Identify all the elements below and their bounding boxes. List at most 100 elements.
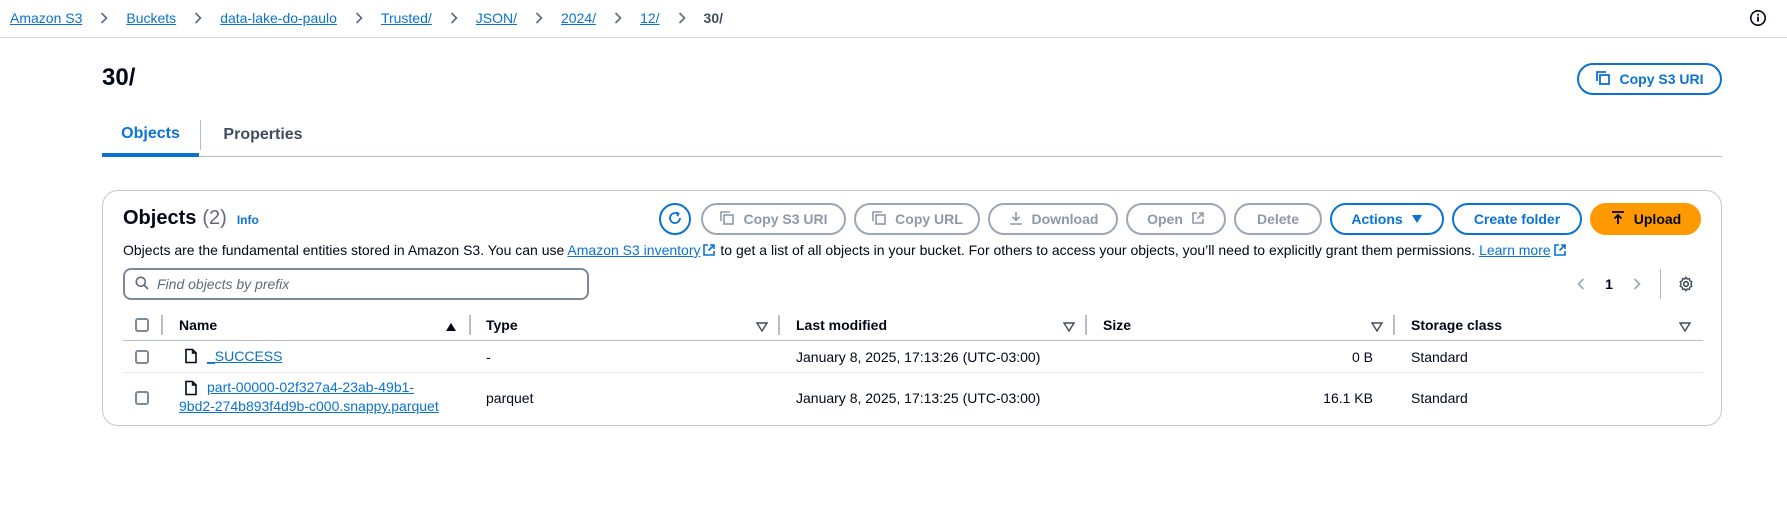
open-button[interactable]: Open [1126,203,1226,235]
file-icon [183,348,199,364]
objects-title: Objects [123,207,197,229]
storage-class-cell: Standard [1411,349,1468,365]
download-icon [1008,210,1024,229]
column-header-storage-class[interactable]: Storage class [1411,309,1502,341]
table-header: Name Type Last modified Size Storage cla… [123,309,1703,341]
chevron-right-icon [188,10,208,26]
table-row[interactable]: _SUCCESS - January 8, 2025, 17:13:26 (UT… [123,341,1703,373]
column-header-last-modified[interactable]: Last modified [796,309,887,341]
open-label: Open [1147,211,1183,227]
create-folder-button[interactable]: Create folder [1452,203,1582,235]
breadcrumb-json[interactable]: JSON/ [476,10,517,26]
object-name-link-continued[interactable]: 9bd2-274b893f4d9b-c000.snappy.parquet [179,397,439,416]
prev-page-icon[interactable] [1566,278,1596,290]
objects-actions: Copy S3 URI Copy URL Download Open Delet… [659,203,1701,235]
copy-icon [719,210,735,229]
size-cell: 0 B [1351,349,1373,365]
row-checkbox[interactable] [135,350,149,364]
breadcrumb-bucket[interactable]: data-lake-do-paulo [220,10,337,26]
column-divider [778,315,780,335]
column-divider [1393,315,1395,335]
select-all-checkbox[interactable] [135,318,149,332]
s3-inventory-link[interactable]: Amazon S3 inventory [567,242,700,258]
breadcrumb-amazon-s3[interactable]: Amazon S3 [10,10,82,26]
actions-label: Actions [1351,211,1403,227]
sort-icon[interactable] [1370,319,1384,335]
sort-ascending-icon[interactable] [445,319,457,335]
delete-label: Delete [1256,211,1300,227]
tab-objects[interactable]: Objects [102,114,199,157]
search-box [123,268,589,300]
description-text-1: Objects are the fundamental entities sto… [123,242,568,258]
breadcrumb-12[interactable]: 12/ [640,10,659,26]
breadcrumb-buckets[interactable]: Buckets [126,10,176,26]
copy-s3-uri-label: Copy S3 URI [1619,71,1704,87]
copy-s3-uri-button[interactable]: Copy S3 URI [1577,63,1722,95]
column-divider [1085,315,1087,335]
upload-icon [1610,210,1626,229]
objects-count: (2) [202,207,227,229]
table-row[interactable]: part-00000-02f327a4-23ab-49b1- 9bd2-274b… [123,373,1703,423]
info-link[interactable]: Info [237,213,259,227]
objects-description: Objects are the fundamental entities sto… [123,242,1567,258]
gear-icon[interactable] [1671,276,1701,292]
caret-down-icon [1411,211,1423,227]
column-header-type[interactable]: Type [486,309,518,341]
sort-icon[interactable] [1678,319,1692,335]
delete-button[interactable]: Delete [1234,203,1322,235]
refresh-button[interactable] [659,203,691,235]
type-cell: parquet [486,390,534,406]
column-divider [161,315,163,335]
external-link-icon [1553,243,1567,257]
last-modified-cell: January 8, 2025, 17:13:26 (UTC-03:00) [796,349,1041,365]
column-divider [469,315,471,335]
learn-more-link[interactable]: Learn more [1479,242,1551,258]
download-button[interactable]: Download [988,203,1118,235]
next-page-icon[interactable] [1622,278,1652,290]
last-modified-cell: January 8, 2025, 17:13:25 (UTC-03:00) [796,390,1041,406]
breadcrumb-trusted[interactable]: Trusted/ [381,10,432,26]
breadcrumb-current: 30/ [703,10,723,26]
object-name-link[interactable]: _SUCCESS [207,348,282,364]
chevron-right-icon [349,10,369,26]
object-name-link[interactable]: part-00000-02f327a4-23ab-49b1- [207,378,414,397]
copy-icon [1595,70,1611,89]
description-text-2: to get a list of all objects in your buc… [716,242,1480,258]
row-select-cell [135,391,149,405]
objects-header: Objects (2) Info [123,207,259,230]
column-header-size[interactable]: Size [1103,309,1131,341]
download-label: Download [1031,211,1099,227]
objects-table: Name Type Last modified Size Storage cla… [123,309,1703,423]
file-icon [183,380,199,396]
actions-dropdown-button[interactable]: Actions [1330,203,1444,235]
row-select-cell [135,350,149,364]
objects-panel: Objects (2) Info Copy S3 URI Copy URL Do… [102,190,1722,426]
chevron-right-icon [672,10,692,26]
upload-button[interactable]: Upload [1590,203,1701,235]
select-all-cell [135,309,149,341]
type-cell: - [486,349,491,365]
sort-icon[interactable] [755,319,769,335]
name-cell: _SUCCESS [183,348,282,364]
external-link-icon [702,243,716,257]
chevron-right-icon [444,10,464,26]
page-title: 30/ [102,64,136,91]
name-cell: part-00000-02f327a4-23ab-49b1- 9bd2-274b… [179,378,439,416]
chevron-right-icon [94,10,114,26]
row-checkbox[interactable] [135,391,149,405]
copy-s3-uri-disabled-button[interactable]: Copy S3 URI [701,203,846,235]
breadcrumb-2024[interactable]: 2024/ [561,10,596,26]
info-circle-icon[interactable] [1749,9,1767,27]
tab-properties[interactable]: Properties [201,114,325,156]
chevron-right-icon [608,10,628,26]
copy-url-label: Copy URL [895,211,963,227]
create-folder-label: Create folder [1473,211,1561,227]
search-input[interactable] [157,276,577,292]
column-header-name[interactable]: Name [179,309,217,341]
copy-url-button[interactable]: Copy URL [854,203,980,235]
page-number[interactable]: 1 [1596,276,1622,292]
copy-icon [871,210,887,229]
sort-icon[interactable] [1062,319,1076,335]
breadcrumb: Amazon S3 Buckets data-lake-do-paulo Tru… [10,10,723,26]
external-link-icon [1191,211,1205,228]
